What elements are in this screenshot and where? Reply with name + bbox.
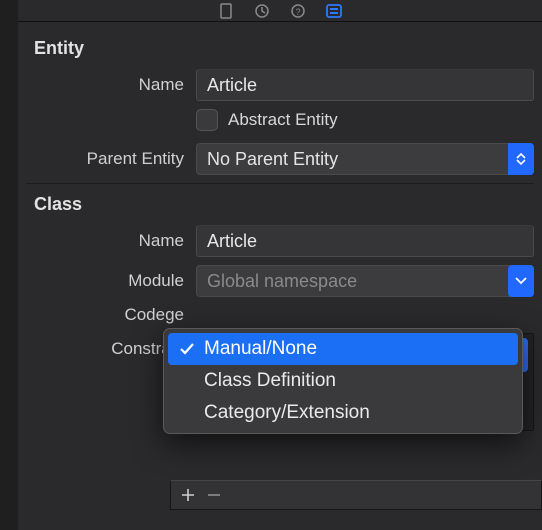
inspector-tab-bar: ? [18, 0, 542, 22]
entity-name-row: Name [26, 69, 534, 101]
history-tab-icon[interactable] [254, 3, 270, 19]
entity-name-input[interactable] [196, 69, 534, 101]
codegen-dropdown-menu: Manual/None Class Definition Category/Ex… [163, 328, 523, 434]
parent-entity-label: Parent Entity [26, 149, 196, 169]
inspector-panel: Entity Name Abstract Entity Parent Entit… [18, 22, 542, 530]
constraints-toolbar [170, 480, 542, 510]
class-section-header: Class [34, 194, 534, 215]
entity-name-label: Name [26, 75, 196, 95]
section-divider [26, 183, 534, 184]
codegen-option-manual-none[interactable]: Manual/None [168, 333, 518, 365]
check-icon [178, 340, 196, 358]
class-name-row: Name [26, 225, 534, 257]
module-select[interactable]: Global namespace [196, 265, 534, 297]
class-name-input[interactable] [196, 225, 534, 257]
parent-entity-stepper-icon[interactable] [508, 143, 534, 175]
codegen-option-label: Manual/None [204, 338, 317, 360]
class-name-label: Name [26, 231, 196, 251]
module-row: Module Global namespace [26, 265, 534, 297]
abstract-entity-checkbox[interactable] [196, 109, 218, 131]
add-constraint-button[interactable] [179, 486, 197, 504]
codegen-option-class-definition[interactable]: Class Definition [168, 365, 518, 397]
codegen-option-category-extension[interactable]: Category/Extension [168, 397, 518, 429]
parent-entity-row: Parent Entity No Parent Entity [26, 143, 534, 175]
abstract-entity-row: Abstract Entity [196, 109, 534, 131]
codegen-label: Codege [26, 305, 196, 325]
parent-entity-select[interactable]: No Parent Entity [196, 143, 534, 175]
module-chevron-down-icon[interactable] [508, 265, 534, 297]
help-tab-icon[interactable]: ? [290, 3, 306, 19]
codegen-option-label: Class Definition [204, 370, 336, 392]
codegen-row: Codege [26, 305, 534, 325]
data-model-tab-icon[interactable] [326, 3, 342, 19]
abstract-entity-label: Abstract Entity [228, 110, 338, 130]
module-label: Module [26, 271, 196, 291]
entity-section-header: Entity [34, 38, 534, 59]
svg-text:?: ? [295, 7, 300, 17]
doc-tab-icon[interactable] [218, 3, 234, 19]
codegen-option-label: Category/Extension [204, 402, 370, 424]
remove-constraint-button[interactable] [205, 486, 223, 504]
left-gutter [0, 0, 18, 530]
